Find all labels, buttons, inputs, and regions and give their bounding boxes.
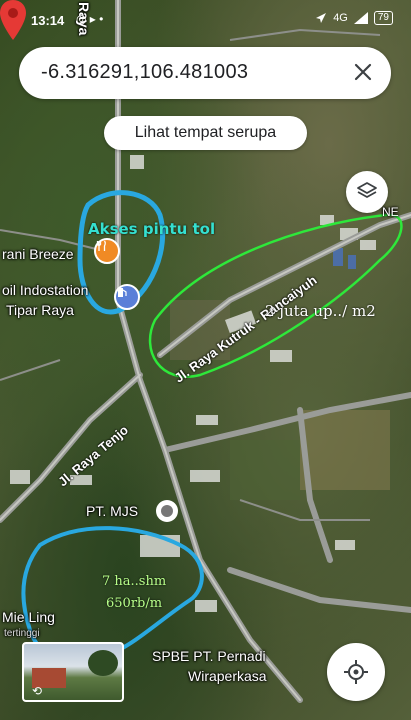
poi-mjs-marker[interactable] [156,500,178,522]
satellite-map[interactable]: Raya Akses pintu tol rani Breeze oil Ind… [0,0,411,720]
gas-station-icon[interactable] [114,284,140,310]
access-toll-annotation: Akses pintu tol [88,220,216,238]
layers-icon [357,182,377,198]
poi-mie-label[interactable]: Mie Ling [2,609,55,625]
search-query[interactable]: -6.316291,106.481003 [41,61,248,84]
status-time: 13:14 [31,13,65,28]
street-view-thumbnail[interactable]: ⟲ [22,642,124,702]
my-location-button[interactable] [327,643,385,701]
poi-tipar-label[interactable]: Tipar Raya [6,302,74,318]
land-size-note: 7 ha..shm [102,574,167,589]
similar-places-chip[interactable]: Lihat tempat serupa [104,116,307,150]
poi-breeze-label[interactable]: rani Breeze [2,246,74,262]
poi-mjs-label[interactable]: PT. MJS [86,503,138,519]
price-note: 2 juta up../ m2 [265,302,376,320]
battery-indicator: 79 [373,11,393,25]
signal-text: 4G [333,12,348,24]
my-location-icon [344,660,368,684]
rotate-360-icon: ⟲ [32,684,43,698]
status-right-icons: 4G 79 [315,11,393,25]
location-status-icon [316,13,327,23]
layers-button[interactable] [346,171,388,213]
thumbnail-tree [88,650,118,676]
status-bar: 13:14 ◎ ▸ • 4G 79 [0,0,411,40]
restaurant-icon[interactable] [94,238,120,264]
spbe-label-line2[interactable]: Wiraperkasa [188,668,267,684]
signal-icon [353,12,368,24]
edge-label: NE [382,205,399,219]
spbe-label-line1[interactable]: SPBE PT. Pernadi [152,648,266,664]
close-icon[interactable] [349,58,377,86]
search-bar[interactable]: -6.316291,106.481003 [19,47,391,99]
poi-indostation-label[interactable]: oil Indostation [2,282,88,298]
land-price-note: 650rb/m [106,596,163,611]
status-notification-icons: ◎ ▸ • [76,12,104,26]
poi-mie-sublabel: tertinggi [4,628,40,639]
